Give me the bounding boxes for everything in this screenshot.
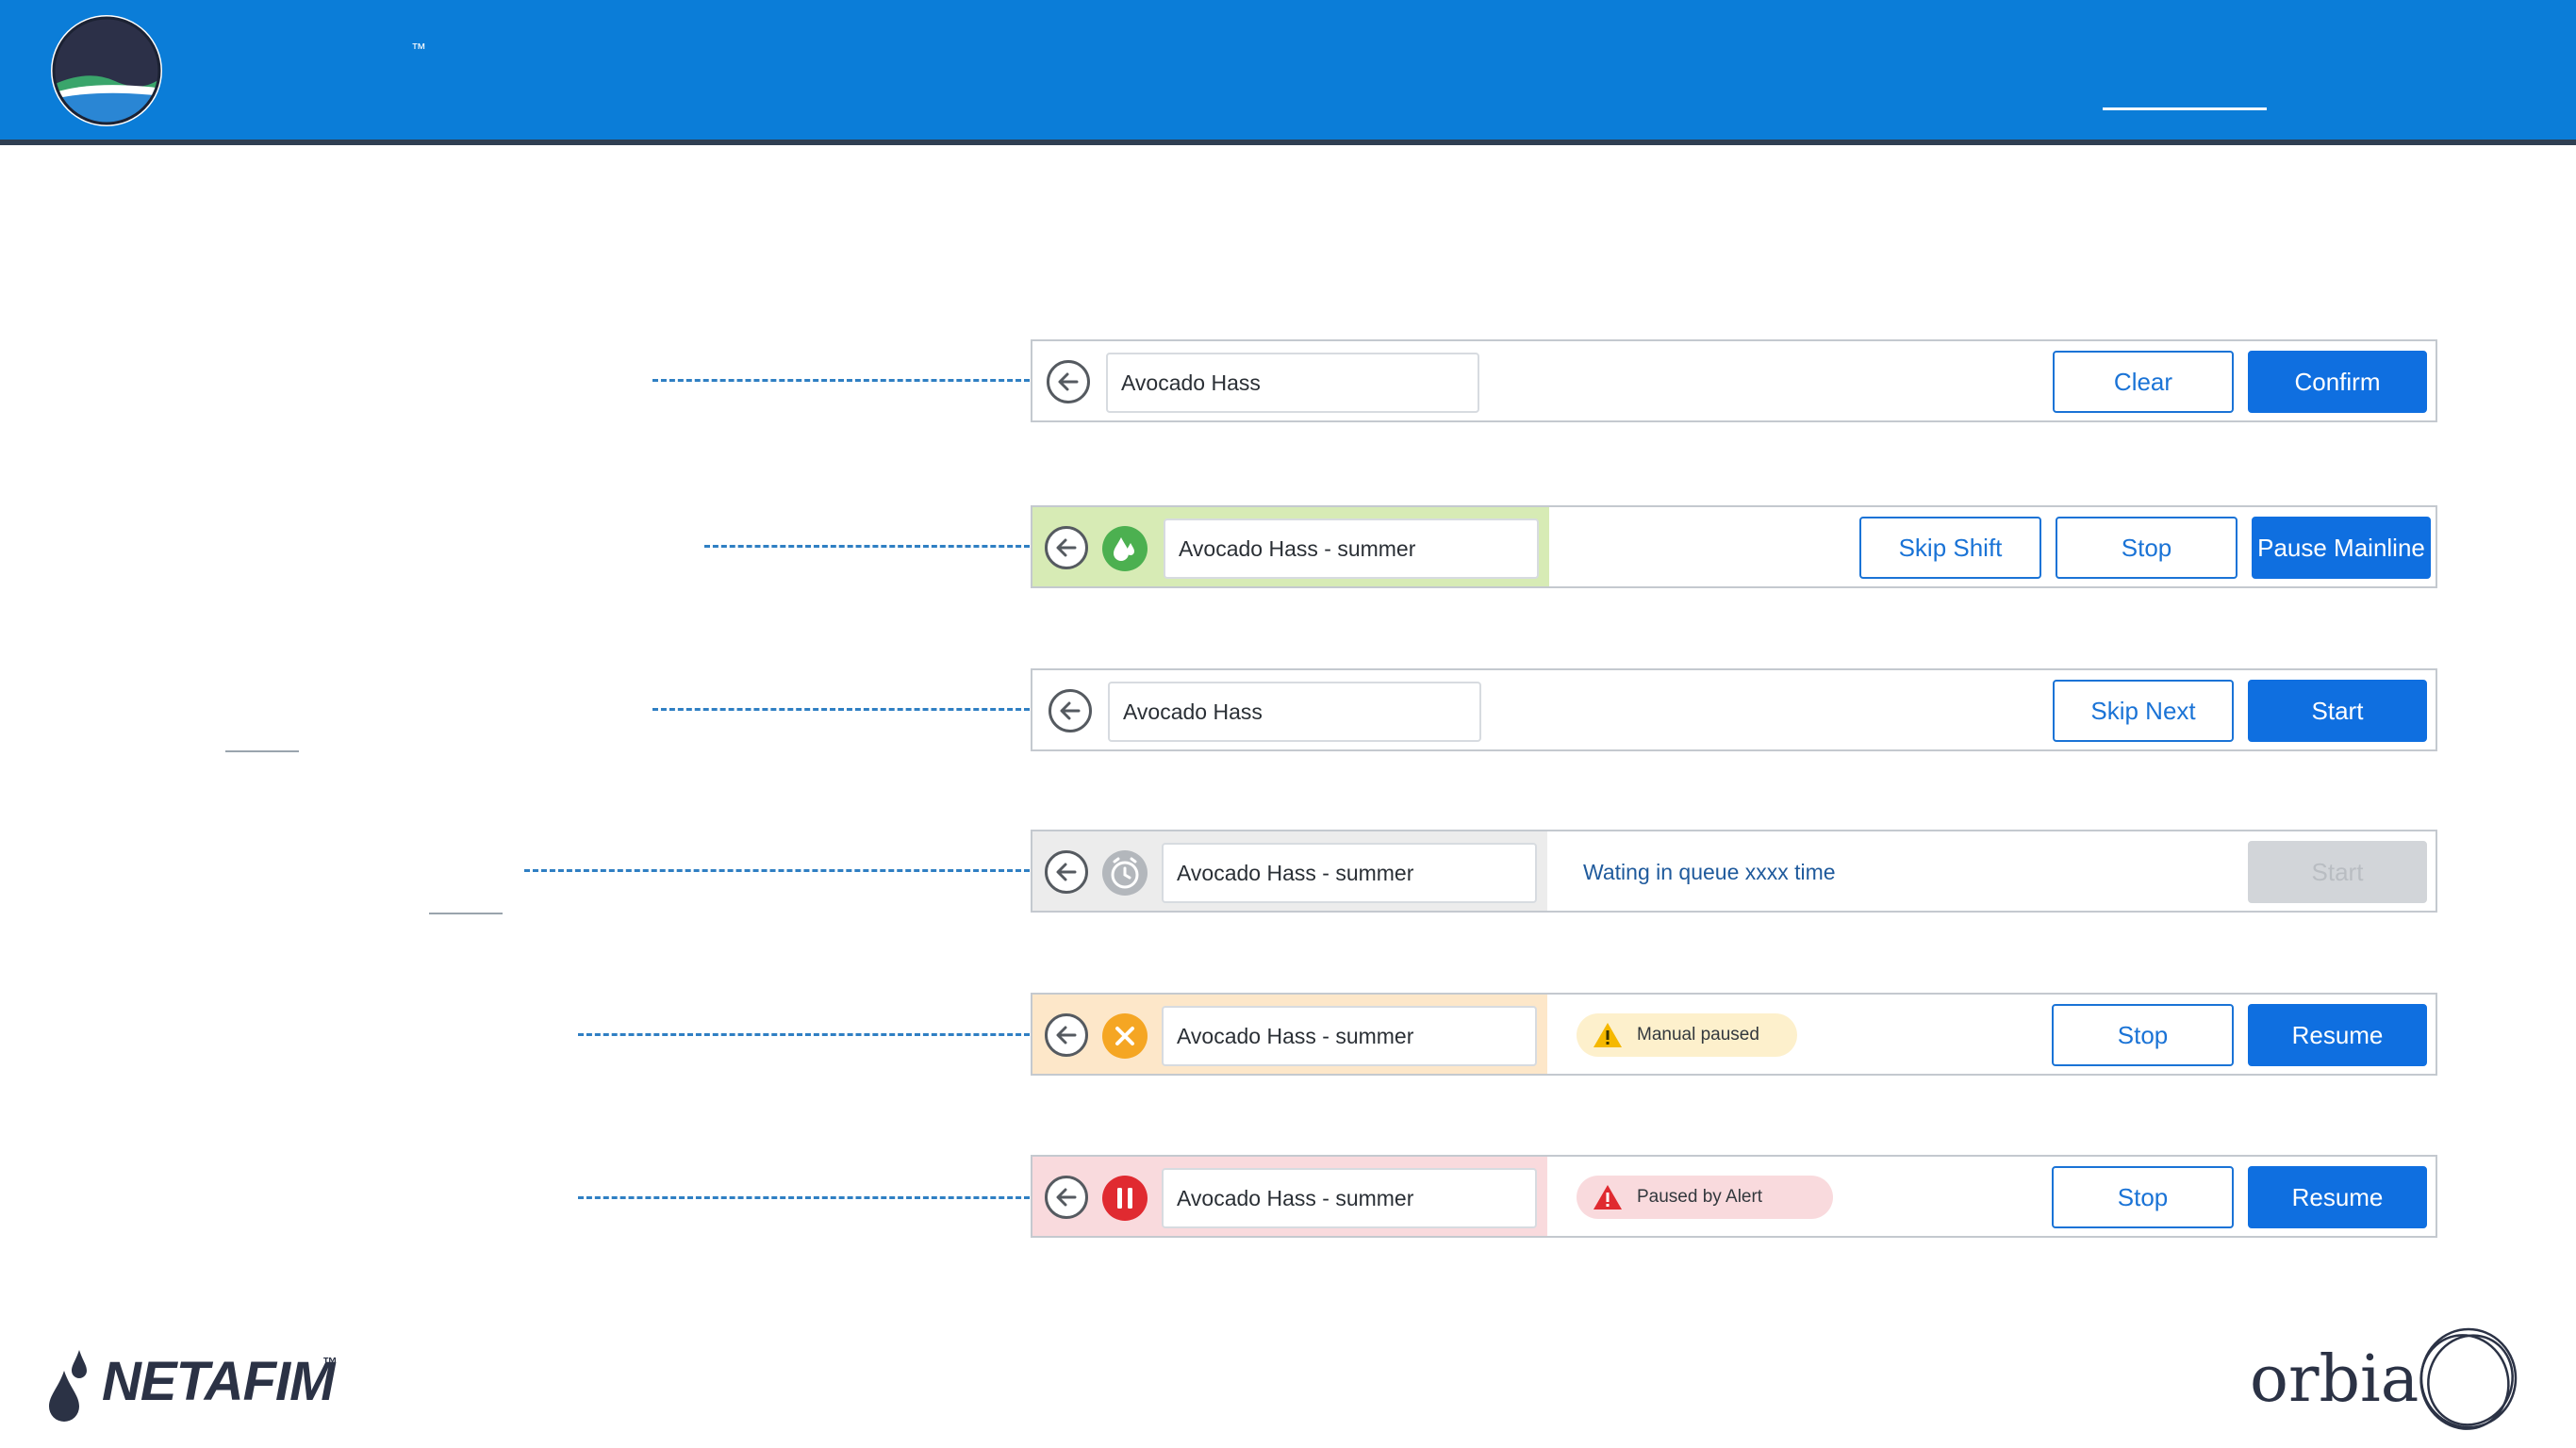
skip-next-button[interactable]: Skip Next	[2053, 680, 2234, 742]
resume-button[interactable]: Resume	[2248, 1004, 2427, 1066]
stop-button[interactable]: Stop	[2056, 517, 2237, 579]
program-name-input[interactable]: Avocado Hass - summer	[1162, 843, 1537, 903]
start-button-disabled[interactable]: Start	[2248, 841, 2427, 903]
clear-button[interactable]: Clear	[2053, 351, 2234, 413]
clock-icon	[1102, 850, 1148, 896]
queue-status-text: Wating in queue xxxx time	[1583, 860, 1836, 884]
manual-paused-label: Manual paused	[1637, 1025, 1759, 1045]
header-bar	[0, 0, 2576, 141]
header-trademark: ™	[411, 41, 426, 58]
paused-by-alert-label: Paused by Alert	[1637, 1187, 1763, 1207]
arrow-left-icon	[1056, 1026, 1077, 1045]
callout-line-3	[652, 708, 1030, 711]
program-name-input[interactable]: Avocado Hass - summer	[1164, 518, 1539, 579]
arrow-left-icon	[1060, 701, 1081, 720]
rule-mark-2	[429, 913, 503, 914]
back-button[interactable]	[1045, 1176, 1088, 1219]
pause-icon	[1102, 1176, 1148, 1221]
back-button[interactable]	[1045, 1013, 1088, 1057]
callout-line-1	[652, 379, 1030, 382]
orbia-logo: orbia	[2250, 1324, 2523, 1435]
confirm-button[interactable]: Confirm	[2248, 351, 2427, 413]
stop-button[interactable]: Stop	[2052, 1166, 2234, 1228]
paused-by-alert-badge: Paused by Alert	[1577, 1176, 1833, 1219]
row-panel-running: Avocado Hass - summer Skip Shift Stop Pa…	[1031, 505, 2437, 588]
arrow-left-icon	[1056, 538, 1077, 557]
arrow-left-icon	[1056, 1188, 1077, 1207]
app-logo-icon	[49, 13, 164, 128]
row-panel-ready: Avocado Hass Skip Next Start	[1031, 668, 2437, 751]
row-panel-alert-paused: Avocado Hass - summer Paused by Alert St…	[1031, 1155, 2437, 1238]
program-name-input[interactable]: Avocado Hass - summer	[1162, 1006, 1537, 1066]
start-button[interactable]: Start	[2248, 680, 2427, 742]
pause-mainline-button[interactable]: Pause Mainline	[2252, 517, 2431, 579]
callout-line-5	[578, 1033, 1030, 1036]
skip-shift-button[interactable]: Skip Shift	[1859, 517, 2041, 579]
stop-button[interactable]: Stop	[2052, 1004, 2234, 1066]
header-underline	[2103, 107, 2267, 110]
netafim-wordmark: NETAFIM	[102, 1351, 335, 1412]
back-button[interactable]	[1047, 360, 1090, 403]
arrow-left-icon	[1056, 863, 1077, 881]
row-panel-manual-paused: Avocado Hass - summer Manual paused Stop…	[1031, 993, 2437, 1076]
netafim-logo: NETAFIM ™	[45, 1342, 347, 1427]
row-panel-queued: Avocado Hass - summer Wating in queue xx…	[1031, 830, 2437, 913]
row-panel-edit: Avocado Hass Clear Confirm	[1031, 339, 2437, 422]
warning-icon	[1593, 1185, 1622, 1209]
callout-line-4	[524, 869, 1030, 872]
back-button[interactable]	[1045, 526, 1088, 569]
back-button[interactable]	[1049, 689, 1092, 732]
resume-button[interactable]: Resume	[2248, 1166, 2427, 1228]
manual-paused-badge: Manual paused	[1577, 1013, 1797, 1057]
netafim-drop-icon	[49, 1350, 87, 1422]
program-name-input[interactable]: Avocado Hass	[1106, 353, 1479, 413]
rule-mark-1	[225, 750, 299, 752]
orbia-rings-icon	[2419, 1327, 2518, 1430]
callout-line-6	[578, 1196, 1030, 1199]
close-circle-icon	[1102, 1013, 1148, 1059]
callout-line-2	[704, 545, 1030, 548]
program-name-input[interactable]: Avocado Hass	[1108, 682, 1481, 742]
program-name-input[interactable]: Avocado Hass - summer	[1162, 1168, 1537, 1228]
netafim-trademark: ™	[322, 1356, 338, 1372]
orbia-wordmark: orbia	[2250, 1342, 2419, 1417]
warning-icon	[1593, 1023, 1622, 1047]
back-button[interactable]	[1045, 850, 1088, 894]
header-divider	[0, 140, 2576, 145]
arrow-left-icon	[1058, 372, 1079, 391]
water-drop-icon	[1102, 526, 1148, 571]
